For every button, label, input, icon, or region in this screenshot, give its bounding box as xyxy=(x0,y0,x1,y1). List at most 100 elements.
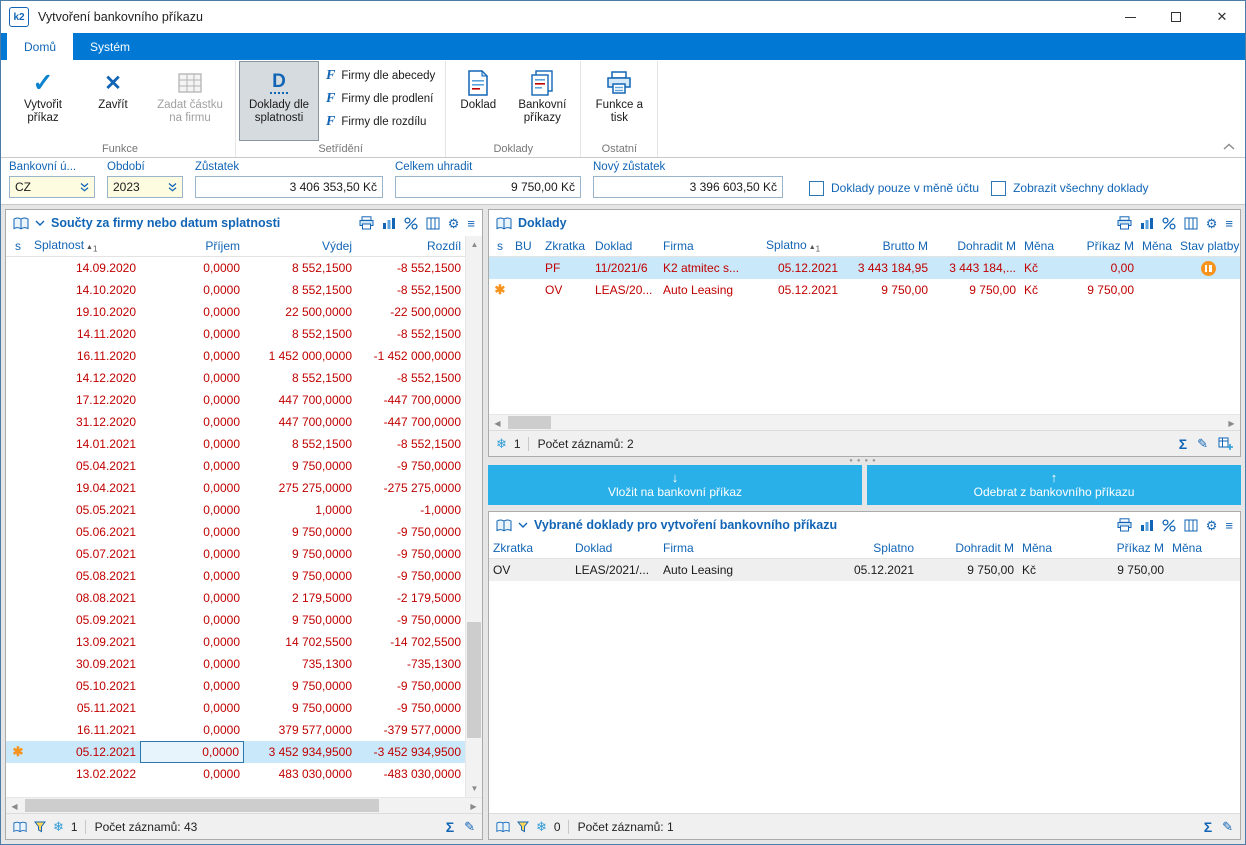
close-window-button[interactable]: ✕ Zavřít xyxy=(78,61,148,141)
table-row[interactable]: 05.09.20210,00009 750,0000-9 750,0000 xyxy=(6,609,465,631)
column-header-vydej[interactable]: Výdej xyxy=(244,239,356,253)
column-header-mena-2[interactable]: Měna xyxy=(1138,239,1176,253)
column-header-doklad[interactable]: Doklad xyxy=(571,541,659,555)
table-row[interactable]: 05.04.20210,00009 750,0000-9 750,0000 xyxy=(6,455,465,477)
column-header-mena-2[interactable]: Měna xyxy=(1168,541,1240,555)
column-header-brutto-m[interactable]: Brutto M xyxy=(842,239,932,253)
show-all-documents-checkbox[interactable] xyxy=(991,181,1006,196)
tab-home[interactable]: Domů xyxy=(7,33,73,60)
column-header-prikaz-m[interactable]: Příkaz M xyxy=(1063,541,1168,555)
table-row[interactable]: 05.07.20210,00009 750,0000-9 750,0000 xyxy=(6,543,465,565)
sort-firms-alphabet-button[interactable]: F Firmy dle abecedy xyxy=(319,64,442,87)
bank-orders-button[interactable]: Bankovní příkazy xyxy=(507,61,577,141)
horizontal-scrollbar[interactable]: ◀ ▶ xyxy=(6,797,482,813)
menu-icon[interactable]: ≡ xyxy=(1225,217,1233,230)
column-header-mena[interactable]: Měna xyxy=(1020,239,1060,253)
column-header-firma[interactable]: Firma xyxy=(659,239,762,253)
column-header-doklad[interactable]: Doklad xyxy=(591,239,659,253)
scroll-right-icon[interactable]: ▶ xyxy=(1223,415,1240,431)
table-row[interactable]: 13.02.20220,0000483 030,0000-483 030,000… xyxy=(6,763,465,785)
splitter-handle[interactable]: ●●●● xyxy=(488,457,1241,465)
table-row[interactable]: 14.09.20200,00008 552,1500-8 552,1500 xyxy=(6,257,465,279)
percent-icon[interactable] xyxy=(1162,217,1176,230)
column-header-s[interactable]: s xyxy=(489,239,511,253)
columns-icon[interactable] xyxy=(426,217,440,230)
scrollbar-thumb[interactable] xyxy=(508,416,551,429)
maximize-button[interactable] xyxy=(1153,1,1199,33)
new-balance-field[interactable]: 3 396 603,50 Kč xyxy=(593,176,783,198)
table-add-icon[interactable] xyxy=(1218,437,1233,451)
scroll-up-icon[interactable]: ▲ xyxy=(466,236,483,253)
scrollbar-thumb[interactable] xyxy=(25,799,379,812)
table-row[interactable]: 19.10.20200,000022 500,0000-22 500,0000 xyxy=(6,301,465,323)
functions-print-button[interactable]: Funkce a tisk xyxy=(584,61,654,141)
book-icon[interactable] xyxy=(496,217,512,230)
sort-firms-delay-button[interactable]: F Firmy dle prodlení xyxy=(319,87,442,110)
table-row[interactable]: 14.12.20200,00008 552,1500-8 552,1500 xyxy=(6,367,465,389)
table-row[interactable]: 05.10.20210,00009 750,0000-9 750,0000 xyxy=(6,675,465,697)
balance-field[interactable]: 3 406 353,50 Kč xyxy=(195,176,383,198)
scrollbar-thumb[interactable] xyxy=(467,622,481,738)
sort-by-due-date-button[interactable]: D Doklady dle splatnosti xyxy=(239,61,319,141)
book-icon[interactable] xyxy=(496,519,512,532)
column-header-splatno[interactable]: Splatno xyxy=(842,541,918,555)
total-pay-field[interactable]: 9 750,00 Kč xyxy=(395,176,581,198)
print-icon[interactable] xyxy=(359,216,374,230)
table-row[interactable]: 31.12.20200,0000447 700,0000-447 700,000… xyxy=(6,411,465,433)
table-row[interactable]: 17.12.20200,0000447 700,0000-447 700,000… xyxy=(6,389,465,411)
dropdown-chevrons-icon[interactable] xyxy=(74,182,89,192)
vertical-scrollbar[interactable]: ▲ ▼ xyxy=(465,236,482,797)
chart-icon[interactable] xyxy=(382,217,396,230)
gear-icon[interactable]: ⚙ xyxy=(1206,217,1218,230)
column-header-bu[interactable]: BU xyxy=(511,239,541,253)
menu-icon[interactable]: ≡ xyxy=(467,217,475,230)
bank-account-select[interactable]: CZ xyxy=(9,176,95,198)
sort-firms-difference-button[interactable]: F Firmy dle rozdílu xyxy=(319,110,442,133)
close-button[interactable]: ✕ xyxy=(1199,1,1245,33)
column-header-zkratka[interactable]: Zkratka xyxy=(489,541,571,555)
table-row[interactable]: 30.09.20210,0000735,1300-735,1300 xyxy=(6,653,465,675)
table-row[interactable]: 14.10.20200,00008 552,1500-8 552,1500 xyxy=(6,279,465,301)
percent-icon[interactable] xyxy=(1162,519,1176,532)
table-row[interactable]: 08.08.20210,00002 179,5000-2 179,5000 xyxy=(6,587,465,609)
columns-icon[interactable] xyxy=(1184,519,1198,532)
table-row[interactable]: PF11/2021/6K2 atmitec s...05.12.20213 44… xyxy=(489,257,1240,279)
scroll-left-icon[interactable]: ◀ xyxy=(489,415,506,431)
document-button[interactable]: Doklad xyxy=(449,61,507,141)
horizontal-scrollbar[interactable]: ◀ ▶ xyxy=(489,414,1240,430)
gear-icon[interactable]: ⚙ xyxy=(1206,519,1218,532)
book-icon[interactable] xyxy=(13,217,29,230)
column-header-s[interactable]: s xyxy=(6,239,30,253)
gear-icon[interactable]: ⚙ xyxy=(448,217,460,230)
column-header-splatno[interactable]: Splatno▲1 xyxy=(762,238,842,253)
table-row[interactable]: 14.01.20210,00008 552,1500-8 552,1500 xyxy=(6,433,465,455)
table-row[interactable]: 05.06.20210,00009 750,0000-9 750,0000 xyxy=(6,521,465,543)
table-row[interactable]: 16.11.20200,00001 452 000,0000-1 452 000… xyxy=(6,345,465,367)
print-icon[interactable] xyxy=(1117,216,1132,230)
column-header-dohradit-m[interactable]: Dohradit M xyxy=(932,239,1020,253)
scroll-right-icon[interactable]: ▶ xyxy=(465,798,482,814)
chart-icon[interactable] xyxy=(1140,519,1154,532)
table-row[interactable]: ✱OVLEAS/20...Auto Leasing05.12.20219 750… xyxy=(489,279,1240,301)
percent-icon[interactable] xyxy=(404,217,418,230)
chevron-down-icon[interactable] xyxy=(518,522,528,528)
column-header-stav-platby[interactable]: Stav platby xyxy=(1176,239,1240,253)
columns-icon[interactable] xyxy=(1184,217,1198,230)
column-header-prijem[interactable]: Příjem xyxy=(140,239,244,253)
table-row[interactable]: 05.05.20210,00001,0000-1,0000 xyxy=(6,499,465,521)
chart-icon[interactable] xyxy=(1140,217,1154,230)
column-header-zkratka[interactable]: Zkratka xyxy=(541,239,591,253)
column-header-mena[interactable]: Měna xyxy=(1018,541,1063,555)
table-row[interactable]: 19.04.20210,0000275 275,0000-275 275,000… xyxy=(6,477,465,499)
table-row[interactable]: 13.09.20210,000014 702,5500-14 702,5500 xyxy=(6,631,465,653)
only-account-currency-checkbox[interactable] xyxy=(809,181,824,196)
create-order-button[interactable]: ✓ Vytvořit příkaz xyxy=(8,61,78,141)
sum-icon[interactable]: Σ xyxy=(1204,819,1212,835)
collapse-ribbon-button[interactable] xyxy=(1223,139,1235,153)
edit-icon[interactable]: ✎ xyxy=(1197,436,1208,452)
table-row[interactable]: 14.11.20200,00008 552,1500-8 552,1500 xyxy=(6,323,465,345)
tab-system[interactable]: Systém xyxy=(73,33,147,60)
edit-icon[interactable]: ✎ xyxy=(1222,819,1233,835)
sum-icon[interactable]: Σ xyxy=(1179,436,1187,452)
scroll-left-icon[interactable]: ◀ xyxy=(6,798,23,814)
